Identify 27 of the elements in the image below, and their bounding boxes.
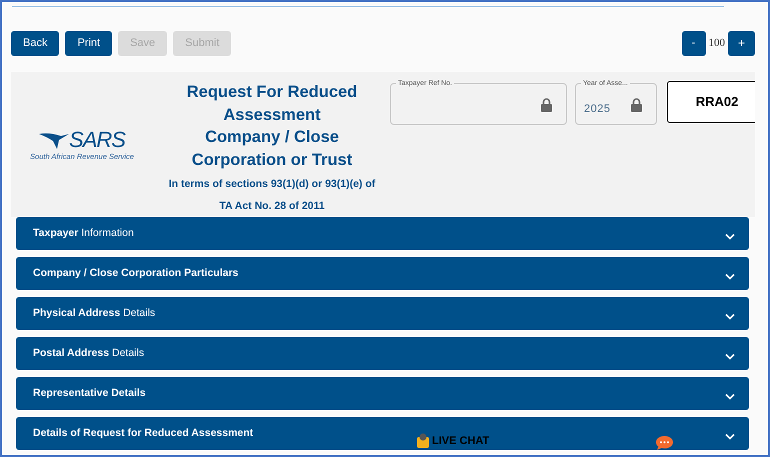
accordion-header[interactable]: Taxpayer Information bbox=[16, 217, 749, 250]
speech-bubble-icon[interactable] bbox=[655, 435, 674, 451]
form-subtitle: In terms of sections 93(1)(d) or 93(1)(e) of bbox=[168, 177, 376, 192]
zoom-in-button[interactable]: + bbox=[728, 30, 755, 56]
chevron-icon bbox=[725, 273, 735, 280]
chevron-icon bbox=[725, 233, 735, 240]
form-code-box: RRA02 bbox=[667, 81, 755, 123]
form-title: Assessment bbox=[223, 104, 321, 126]
accordion-header[interactable]: Physical Address Details bbox=[16, 297, 749, 330]
chevron-icon bbox=[725, 313, 735, 320]
accordion-header[interactable]: Postal Address Details bbox=[16, 337, 749, 370]
form-title: Company / Close bbox=[205, 127, 339, 148]
form-title: Request For Reduced bbox=[186, 82, 358, 103]
toolbar-button[interactable]: Print bbox=[65, 30, 112, 56]
zoom-out-button[interactable]: - bbox=[682, 30, 706, 56]
toolbar-button[interactable]: Back bbox=[11, 30, 60, 56]
form-subtitle: TA Act No. 28 of 2011 bbox=[219, 199, 325, 214]
accordion-header[interactable]: Company / Close Corporation Particulars bbox=[16, 257, 749, 290]
chevron-icon bbox=[725, 393, 735, 400]
form-title: Corporation or Trust bbox=[192, 150, 352, 170]
field-value: 2025 bbox=[584, 102, 610, 117]
bird-logo-icon bbox=[39, 132, 70, 150]
chevron-icon bbox=[725, 433, 735, 440]
chevron-icon bbox=[725, 353, 735, 360]
accordion-header[interactable]: Representative Details bbox=[16, 377, 749, 410]
logo-wordmark: SARS bbox=[69, 130, 125, 150]
zoom-level: 100 bbox=[708, 36, 725, 51]
